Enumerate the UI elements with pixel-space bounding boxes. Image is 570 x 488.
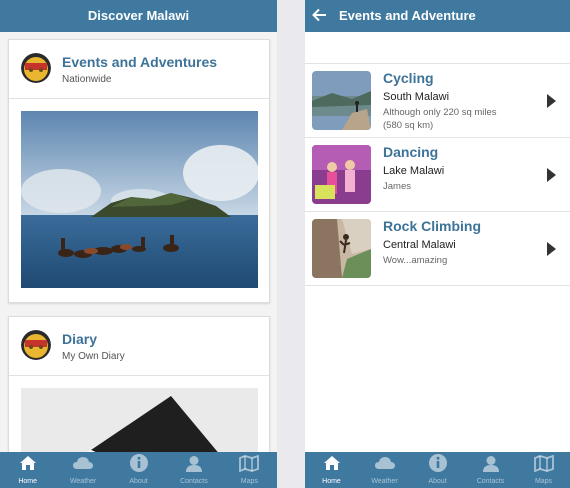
tab-label: About <box>129 478 148 485</box>
tab-maps[interactable]: Maps <box>222 452 277 488</box>
card-title: Diary <box>62 331 98 347</box>
tab-weather[interactable]: Weather <box>55 452 110 488</box>
tab-label: Maps <box>534 478 553 485</box>
card-title: Events and Adventures <box>62 54 218 70</box>
item-title: Cycling <box>383 70 434 86</box>
chevron-right-icon <box>547 168 556 182</box>
app-stage: Discover Malawi Events and Adventures Na… <box>0 0 570 488</box>
arrow-left-icon <box>312 8 326 22</box>
list-item-dancing[interactable]: Dancing Lake Malawi James <box>305 138 570 212</box>
avatar <box>21 53 51 83</box>
tab-about[interactable]: About <box>411 452 464 488</box>
tab-label: Contacts <box>476 478 505 485</box>
tab-weather[interactable]: Weather <box>358 452 411 488</box>
tab-contacts[interactable]: Contacts <box>464 452 517 488</box>
back-button[interactable] <box>311 6 329 24</box>
tab-home[interactable]: Home <box>305 452 358 488</box>
card-header: Diary My Own Diary <box>9 317 269 376</box>
cloud-icon <box>73 457 94 469</box>
card-subtitle: My Own Diary <box>62 351 125 362</box>
info-icon <box>428 454 447 472</box>
cycling-thumbnail <box>312 71 371 130</box>
tab-label: Home <box>18 478 38 485</box>
dancing-thumbnail <box>312 145 371 204</box>
item-description: Although only 220 sq miles (580 sq km) <box>383 107 497 131</box>
card-subtitle: Nationwide <box>62 74 112 85</box>
tab-label: Weather <box>371 478 398 485</box>
top-app-bar: Discover Malawi <box>0 0 277 32</box>
rock-climbing-thumbnail <box>312 219 371 278</box>
home-icon <box>19 456 36 470</box>
tab-label: Weather <box>69 478 97 485</box>
events-list: Cycling South Malawi Although only 220 s… <box>305 63 570 286</box>
discover-screen: Discover Malawi Events and Adventures Na… <box>0 0 277 488</box>
item-location: Central Malawi <box>383 239 456 251</box>
item-title: Rock Climbing <box>383 218 482 234</box>
person-icon <box>185 456 202 472</box>
tab-home[interactable]: Home <box>0 452 55 488</box>
tab-label: Home <box>322 478 341 485</box>
item-location: Lake Malawi <box>383 165 445 177</box>
tab-label: Maps <box>240 478 258 485</box>
person-icon <box>482 456 499 472</box>
tab-maps[interactable]: Maps <box>517 452 570 488</box>
avatar <box>21 330 51 360</box>
tab-label: About <box>428 478 447 485</box>
item-location: South Malawi <box>383 91 450 103</box>
events-screen: Events and Adventure Cycling South Malaw… <box>305 0 570 488</box>
cloud-icon <box>374 457 395 469</box>
diary-card[interactable]: Diary My Own Diary <box>8 316 270 468</box>
card-header: Events and Adventures Nationwide <box>9 40 269 99</box>
bottom-tab-bar: Home Weather About Contacts Maps <box>305 452 570 488</box>
events-card[interactable]: Events and Adventures Nationwide <box>8 39 270 303</box>
item-description: Wow...amazing <box>383 255 448 266</box>
tab-contacts[interactable]: Contacts <box>166 452 221 488</box>
bottom-tab-bar: Home Weather About Contacts Maps <box>0 452 277 488</box>
page-title: Events and Adventure <box>339 8 476 23</box>
chevron-right-icon <box>547 94 556 108</box>
info-icon <box>129 454 148 472</box>
map-icon <box>239 455 260 472</box>
tab-label: Contacts <box>180 478 208 485</box>
list-item-rock-climbing[interactable]: Rock Climbing Central Malawi Wow...amazi… <box>305 212 570 286</box>
top-app-bar: Events and Adventure <box>305 0 570 32</box>
lake-photo <box>21 111 258 288</box>
item-description: James <box>383 181 411 192</box>
chevron-right-icon <box>547 242 556 256</box>
page-title: Discover Malawi <box>87 8 190 23</box>
map-icon <box>533 455 554 472</box>
item-title: Dancing <box>383 144 439 160</box>
list-item-cycling[interactable]: Cycling South Malawi Although only 220 s… <box>305 64 570 138</box>
home-icon <box>323 456 340 470</box>
tab-about[interactable]: About <box>111 452 166 488</box>
